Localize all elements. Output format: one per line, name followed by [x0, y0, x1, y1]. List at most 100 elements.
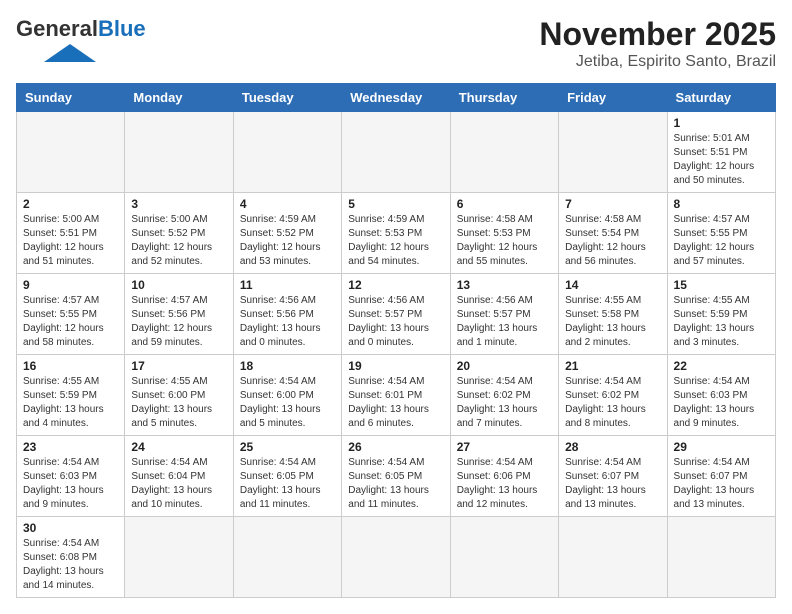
calendar-cell: 20Sunrise: 4:54 AM Sunset: 6:02 PM Dayli… — [450, 355, 558, 436]
calendar-cell: 24 Sunrise: 4:54 AM Sunset: 6:04 PM Dayli… — [125, 436, 233, 517]
day-number: 30 — [23, 521, 118, 535]
day-number: 21 — [565, 359, 660, 373]
calendar-cell: 7Sunrise: 4:58 AM Sunset: 5:54 PM Daylig… — [559, 193, 667, 274]
day-info: Sunrise: 4:58 AM Sunset: 5:54 PM Dayligh… — [565, 213, 660, 269]
calendar-cell — [667, 517, 775, 598]
day-number: 19 — [348, 359, 443, 373]
calendar-cell: 9Sunrise: 4:57 AM Sunset: 5:55 PM Daylig… — [17, 274, 125, 355]
day-info: Sunrise: 4:54 AM Sunset: 6:00 PM Dayligh… — [240, 375, 335, 431]
calendar-cell: 23Sunrise: 4:54 AM Sunset: 6:03 PM Dayli… — [17, 436, 125, 517]
day-info: Sunrise: 4:56 AM Sunset: 5:56 PM Dayligh… — [240, 294, 335, 350]
day-info: Sunrise: 5:01 AM Sunset: 5:51 PM Dayligh… — [674, 132, 769, 188]
calendar-row: 16 Sunrise: 4:55 AM Sunset: 5:59 PM Dayli… — [17, 355, 776, 436]
day-number: 27 — [457, 440, 552, 454]
day-number: 10 — [131, 278, 226, 292]
day-number: 4 — [240, 197, 335, 211]
col-friday: Friday — [559, 84, 667, 112]
logo-triangle-icon — [16, 44, 96, 62]
day-number: 6 — [457, 197, 552, 211]
calendar-cell: 25Sunrise: 4:54 AM Sunset: 6:05 PM Dayli… — [233, 436, 341, 517]
day-number: 17 — [131, 359, 226, 373]
day-number: 16 — [23, 359, 118, 373]
day-number: 3 — [131, 197, 226, 211]
calendar-cell — [342, 112, 450, 193]
day-info: Sunrise: 4:57 AM Sunset: 5:55 PM Dayligh… — [674, 213, 769, 269]
calendar-cell: 19 Sunrise: 4:54 AM Sunset: 6:01 PM Dayli… — [342, 355, 450, 436]
col-saturday: Saturday — [667, 84, 775, 112]
calendar-cell: 17 Sunrise: 4:55 AM Sunset: 6:00 PM Dayli… — [125, 355, 233, 436]
logo: General Blue — [16, 16, 146, 62]
day-number: 28 — [565, 440, 660, 454]
calendar-cell — [125, 517, 233, 598]
calendar-cell: 16 Sunrise: 4:55 AM Sunset: 5:59 PM Dayli… — [17, 355, 125, 436]
day-number: 14 — [565, 278, 660, 292]
calendar-cell: 4 Sunrise: 4:59 AM Sunset: 5:52 PM Daylig… — [233, 193, 341, 274]
day-number: 18 — [240, 359, 335, 373]
col-thursday: Thursday — [450, 84, 558, 112]
calendar-cell: 30 Sunrise: 4:54 AM Sunset: 6:08 PM Dayli… — [17, 517, 125, 598]
calendar-cell — [559, 517, 667, 598]
day-number: 26 — [348, 440, 443, 454]
day-info: Sunrise: 4:58 AM Sunset: 5:53 PM Dayligh… — [457, 213, 552, 269]
calendar-cell — [17, 112, 125, 193]
logo-blue: Blue — [98, 16, 146, 42]
day-info: Sunrise: 4:54 AM Sunset: 6:05 PM Dayligh… — [348, 456, 443, 512]
day-info: Sunrise: 4:54 AM Sunset: 6:07 PM Dayligh… — [674, 456, 769, 512]
calendar-cell: 14Sunrise: 4:55 AM Sunset: 5:58 PM Dayli… — [559, 274, 667, 355]
title-area: November 2025 Jetiba, Espirito Santo, Br… — [539, 16, 776, 71]
page-title: November 2025 — [539, 16, 776, 53]
day-number: 24 — [131, 440, 226, 454]
day-info: Sunrise: 4:54 AM Sunset: 6:04 PM Dayligh… — [131, 456, 226, 512]
day-info: Sunrise: 4:54 AM Sunset: 6:02 PM Dayligh… — [457, 375, 552, 431]
day-number: 1 — [674, 116, 769, 130]
calendar-cell — [559, 112, 667, 193]
day-info: Sunrise: 4:57 AM Sunset: 5:56 PM Dayligh… — [131, 294, 226, 350]
calendar-cell — [125, 112, 233, 193]
calendar-cell: 29 Sunrise: 4:54 AM Sunset: 6:07 PM Dayli… — [667, 436, 775, 517]
calendar-cell: 8Sunrise: 4:57 AM Sunset: 5:55 PM Daylig… — [667, 193, 775, 274]
calendar-cell: 12Sunrise: 4:56 AM Sunset: 5:57 PM Dayli… — [342, 274, 450, 355]
day-number: 15 — [674, 278, 769, 292]
day-info: Sunrise: 4:57 AM Sunset: 5:55 PM Dayligh… — [23, 294, 118, 350]
col-sunday: Sunday — [17, 84, 125, 112]
col-tuesday: Tuesday — [233, 84, 341, 112]
calendar-cell — [233, 517, 341, 598]
calendar-cell: 5 Sunrise: 4:59 AM Sunset: 5:53 PM Daylig… — [342, 193, 450, 274]
page-subtitle: Jetiba, Espirito Santo, Brazil — [539, 53, 776, 71]
day-number: 25 — [240, 440, 335, 454]
day-info: Sunrise: 4:56 AM Sunset: 5:57 PM Dayligh… — [348, 294, 443, 350]
calendar-cell: 3 Sunrise: 5:00 AM Sunset: 5:52 PM Daylig… — [125, 193, 233, 274]
day-info: Sunrise: 4:59 AM Sunset: 5:53 PM Dayligh… — [348, 213, 443, 269]
day-number: 29 — [674, 440, 769, 454]
calendar-row: 1 Sunrise: 5:01 AM Sunset: 5:51 PM Daylig… — [17, 112, 776, 193]
page-header: General Blue November 2025 Jetiba, Espir… — [16, 16, 776, 71]
day-info: Sunrise: 4:54 AM Sunset: 6:07 PM Dayligh… — [565, 456, 660, 512]
day-info: Sunrise: 5:00 AM Sunset: 5:52 PM Dayligh… — [131, 213, 226, 269]
calendar-cell: 11Sunrise: 4:56 AM Sunset: 5:56 PM Dayli… — [233, 274, 341, 355]
calendar-cell: 27Sunrise: 4:54 AM Sunset: 6:06 PM Dayli… — [450, 436, 558, 517]
calendar-row: 30 Sunrise: 4:54 AM Sunset: 6:08 PM Dayli… — [17, 517, 776, 598]
calendar-cell: 22Sunrise: 4:54 AM Sunset: 6:03 PM Dayli… — [667, 355, 775, 436]
calendar-cell: 18 Sunrise: 4:54 AM Sunset: 6:00 PM Dayli… — [233, 355, 341, 436]
calendar-cell: 10 Sunrise: 4:57 AM Sunset: 5:56 PM Dayli… — [125, 274, 233, 355]
calendar-cell — [342, 517, 450, 598]
day-info: Sunrise: 4:56 AM Sunset: 5:57 PM Dayligh… — [457, 294, 552, 350]
day-info: Sunrise: 4:55 AM Sunset: 5:59 PM Dayligh… — [674, 294, 769, 350]
day-number: 5 — [348, 197, 443, 211]
calendar-cell: 21Sunrise: 4:54 AM Sunset: 6:02 PM Dayli… — [559, 355, 667, 436]
calendar-row: 9Sunrise: 4:57 AM Sunset: 5:55 PM Daylig… — [17, 274, 776, 355]
calendar-cell: 15 Sunrise: 4:55 AM Sunset: 5:59 PM Dayli… — [667, 274, 775, 355]
day-info: Sunrise: 5:00 AM Sunset: 5:51 PM Dayligh… — [23, 213, 118, 269]
day-info: Sunrise: 4:55 AM Sunset: 6:00 PM Dayligh… — [131, 375, 226, 431]
day-info: Sunrise: 4:59 AM Sunset: 5:52 PM Dayligh… — [240, 213, 335, 269]
day-number: 23 — [23, 440, 118, 454]
calendar-row: 23Sunrise: 4:54 AM Sunset: 6:03 PM Dayli… — [17, 436, 776, 517]
day-number: 2 — [23, 197, 118, 211]
calendar-cell: 13Sunrise: 4:56 AM Sunset: 5:57 PM Dayli… — [450, 274, 558, 355]
day-info: Sunrise: 4:55 AM Sunset: 5:59 PM Dayligh… — [23, 375, 118, 431]
calendar-cell — [233, 112, 341, 193]
calendar-cell: 1 Sunrise: 5:01 AM Sunset: 5:51 PM Daylig… — [667, 112, 775, 193]
calendar-cell: 2 Sunrise: 5:00 AM Sunset: 5:51 PM Daylig… — [17, 193, 125, 274]
day-info: Sunrise: 4:54 AM Sunset: 6:08 PM Dayligh… — [23, 537, 118, 593]
day-info: Sunrise: 4:54 AM Sunset: 6:01 PM Dayligh… — [348, 375, 443, 431]
